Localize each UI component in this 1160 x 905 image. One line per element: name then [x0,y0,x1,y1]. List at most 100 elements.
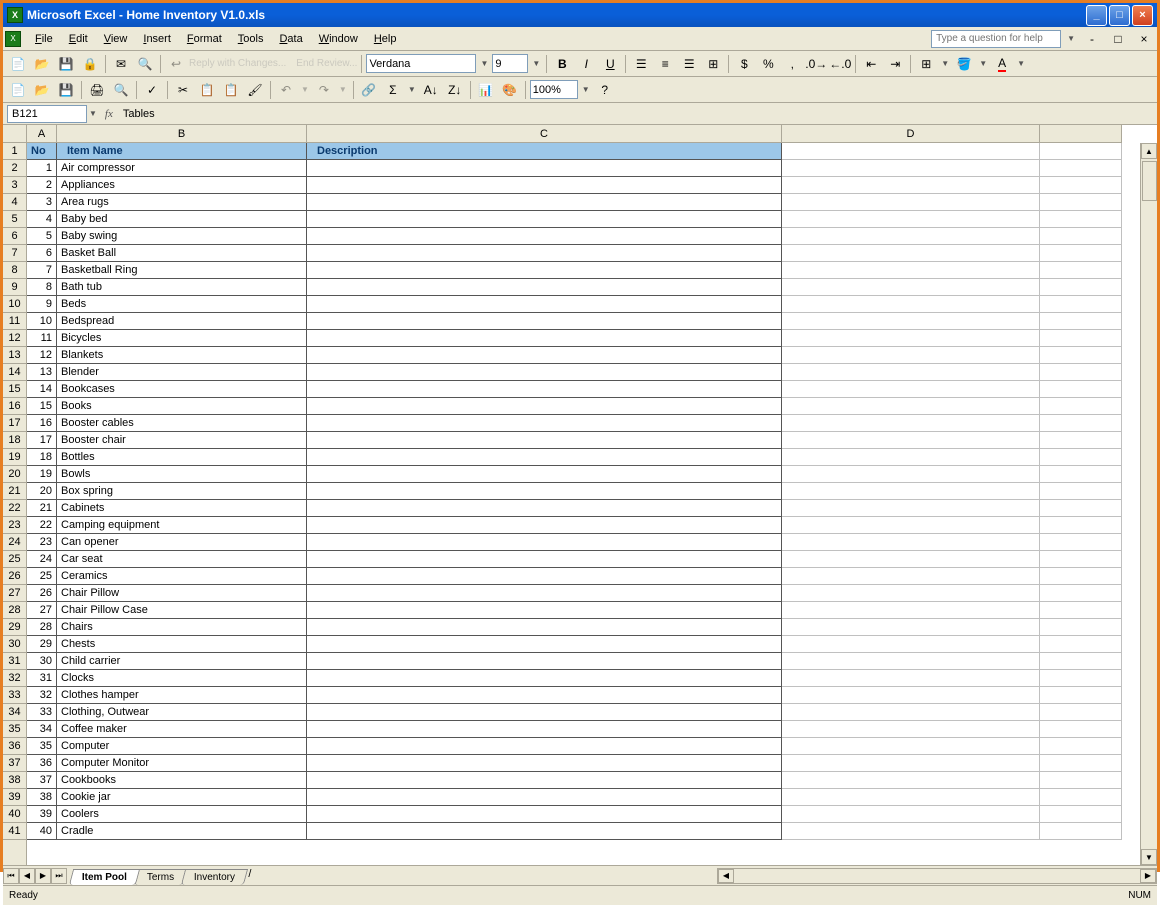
cell-desc[interactable] [307,789,782,806]
cell[interactable] [782,177,1040,194]
cell[interactable] [1040,704,1122,721]
cell[interactable] [1040,296,1122,313]
hscroll-right-button[interactable]: ▶ [1140,869,1156,883]
cell[interactable] [1040,772,1122,789]
doc-close-button[interactable]: × [1133,28,1155,50]
cell[interactable] [782,483,1040,500]
cell[interactable] [782,330,1040,347]
row-header[interactable]: 40 [3,806,26,823]
cell-item[interactable]: Booster cables [57,415,307,432]
cell-desc[interactable] [307,347,782,364]
cell-desc[interactable] [307,534,782,551]
print-preview-button[interactable]: 🔍 [110,79,132,101]
cell[interactable] [782,160,1040,177]
cell-no[interactable]: 20 [27,483,57,500]
menu-insert[interactable]: Insert [135,30,179,48]
comma-button[interactable]: , [781,53,803,75]
cell-desc[interactable] [307,211,782,228]
row-header[interactable]: 18 [3,432,26,449]
cell-no[interactable]: 5 [27,228,57,245]
print-button[interactable]: 🖨 [86,79,108,101]
currency-button[interactable]: $ [733,53,755,75]
cell-desc[interactable] [307,602,782,619]
cell-item[interactable]: Blankets [57,347,307,364]
cell[interactable] [782,143,1040,160]
cell-item[interactable]: Clothes hamper [57,687,307,704]
row-header[interactable]: 22 [3,500,26,517]
cell-desc[interactable] [307,279,782,296]
row-header[interactable]: 25 [3,551,26,568]
hscroll-left-button[interactable]: ◀ [718,869,734,883]
row-header[interactable]: 27 [3,585,26,602]
autosum-dropdown-icon[interactable]: ▼ [406,85,418,94]
cell-desc[interactable] [307,653,782,670]
cell[interactable] [1040,602,1122,619]
cell-desc[interactable] [307,296,782,313]
cell-item[interactable]: Beds [57,296,307,313]
cell[interactable] [1040,687,1122,704]
cell-item[interactable]: Camping equipment [57,517,307,534]
column-header-D[interactable]: D [782,125,1040,142]
merge-center-button[interactable]: ⊞ [702,53,724,75]
cell[interactable] [1040,755,1122,772]
cell-no[interactable]: 33 [27,704,57,721]
cell-desc[interactable] [307,806,782,823]
row-header[interactable]: 2 [3,160,26,177]
undo-dropdown-icon[interactable]: ▼ [299,85,311,94]
decrease-indent-button[interactable]: ⇤ [860,53,882,75]
cell[interactable] [782,670,1040,687]
menu-data[interactable]: Data [271,30,310,48]
cell-item[interactable]: Chair Pillow Case [57,602,307,619]
cell-desc[interactable] [307,381,782,398]
cell[interactable] [1040,670,1122,687]
cell-desc[interactable] [307,330,782,347]
row-header[interactable]: 3 [3,177,26,194]
cell-no[interactable]: 9 [27,296,57,313]
cell-no[interactable]: 29 [27,636,57,653]
header-description[interactable]: Description [307,143,782,160]
cell[interactable] [1040,228,1122,245]
cell[interactable] [782,772,1040,789]
doc-minimize-button[interactable]: - [1081,28,1103,50]
cell-no[interactable]: 27 [27,602,57,619]
namebox-dropdown-icon[interactable]: ▼ [87,109,99,118]
tab-last-button[interactable]: ⏭ [51,868,67,884]
cell-no[interactable]: 31 [27,670,57,687]
borders-button[interactable]: ⊞ [915,53,937,75]
sheet-tab-item-pool[interactable]: Item Pool [69,869,140,885]
cell-item[interactable]: Coffee maker [57,721,307,738]
cell-desc[interactable] [307,568,782,585]
cell-desc[interactable] [307,415,782,432]
cell-desc[interactable] [307,483,782,500]
cell[interactable] [782,534,1040,551]
cell-item[interactable]: Clocks [57,670,307,687]
help-dropdown-icon[interactable]: ▼ [1065,34,1077,43]
row-header[interactable]: 7 [3,245,26,262]
cell[interactable] [782,653,1040,670]
tab-prev-button[interactable]: ◀ [19,868,35,884]
cell-item[interactable]: Basket Ball [57,245,307,262]
cell[interactable] [782,262,1040,279]
cell-no[interactable]: 24 [27,551,57,568]
hyperlink-button[interactable]: 🔗 [358,79,380,101]
help-button[interactable]: ? [594,79,616,101]
cell-desc[interactable] [307,670,782,687]
column-header-C[interactable]: C [307,125,782,142]
drawing-button[interactable]: 🎨 [499,79,521,101]
cell[interactable] [1040,823,1122,840]
cell-no[interactable]: 12 [27,347,57,364]
cell-desc[interactable] [307,772,782,789]
email-button[interactable]: ✉ [110,53,132,75]
cell[interactable] [782,789,1040,806]
font-dropdown-icon[interactable]: ▼ [478,59,490,68]
cell-no[interactable]: 37 [27,772,57,789]
cell[interactable] [1040,194,1122,211]
cell-item[interactable]: Bowls [57,466,307,483]
cell[interactable] [1040,415,1122,432]
research-button[interactable]: 🔍 [134,53,156,75]
cell[interactable] [782,806,1040,823]
row-header[interactable]: 32 [3,670,26,687]
menu-edit[interactable]: Edit [61,30,96,48]
cell-item[interactable]: Ceramics [57,568,307,585]
row-header[interactable]: 35 [3,721,26,738]
